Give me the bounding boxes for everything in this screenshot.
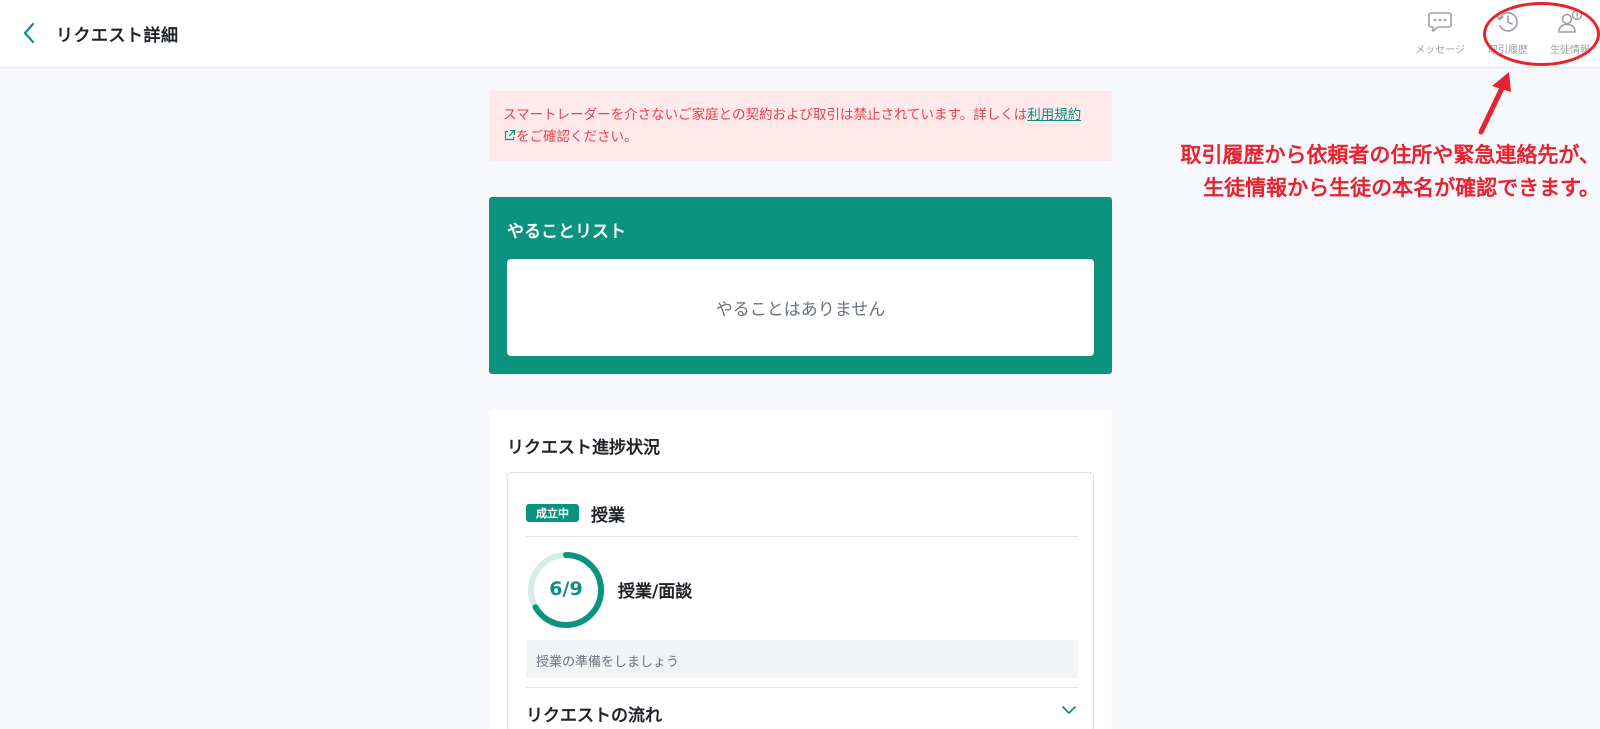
progress-ring-label: 授業/面談 — [618, 582, 693, 602]
progress-hint: 授業の準備をしましょう — [526, 640, 1078, 678]
annotation-line-2: 生徒情報から生徒の本名が確認できます。 — [1203, 176, 1600, 200]
terms-link-text: 利用規約 — [1027, 107, 1082, 123]
message-button[interactable]: メッセージ — [1405, 8, 1475, 60]
progress-ring: 6/9 — [526, 550, 606, 630]
back-button[interactable] — [16, 20, 42, 46]
status-badge: 成立中 — [526, 504, 579, 522]
progress-inner-card: 成立中 授業 6/9 授業/面談 授業の準備をしましょう リクエストの流れ — [507, 472, 1094, 729]
external-link-icon — [504, 129, 516, 141]
annotation-arrow-icon — [1478, 72, 1511, 135]
chat-bubble-icon — [1428, 12, 1452, 32]
annotation-text: 取引履歴から依頼者の住所や緊急連絡先が、 生徒情報から生徒の本名が確認できます。 — [1118, 139, 1600, 205]
chevron-left-icon — [23, 22, 35, 44]
progress-count: 6/9 — [549, 578, 583, 600]
todo-empty-box: やることはありません — [507, 259, 1094, 356]
alert-text-after: をご確認ください。 — [516, 129, 638, 145]
annotation-line-1: 取引履歴から依頼者の住所や緊急連絡先が、 — [1180, 143, 1600, 167]
todo-empty-text: やることはありません — [715, 300, 886, 320]
request-flow-title: リクエストの流れ — [526, 706, 662, 726]
message-label: メッセージ — [1415, 45, 1465, 56]
alert-text: スマートレーダーを介さないご家庭との契約および取引は禁止されています。詳しくは — [503, 107, 1028, 123]
todo-card: やることリスト やることはありません — [489, 197, 1112, 374]
lesson-title: 授業 — [591, 506, 625, 526]
request-progress-card: リクエスト進捗状況 成立中 授業 6/9 授業/面談 授業の準備をしましょう リ… — [489, 411, 1112, 729]
page-title: リクエスト詳細 — [56, 26, 179, 46]
progress-title: リクエスト進捗状況 — [507, 438, 660, 458]
alert-banner: スマートレーダーを介さないご家庭との契約および取引は禁止されています。詳しくは利… — [489, 91, 1112, 161]
divider — [526, 687, 1078, 688]
chevron-down-icon[interactable] — [1058, 699, 1080, 721]
todo-title: やることリスト — [507, 222, 626, 242]
app-header: リクエスト詳細 メッセージ 取引履歴 生徒情報 — [0, 0, 1600, 68]
annotation-circle — [1483, 2, 1600, 66]
divider — [526, 536, 1078, 537]
